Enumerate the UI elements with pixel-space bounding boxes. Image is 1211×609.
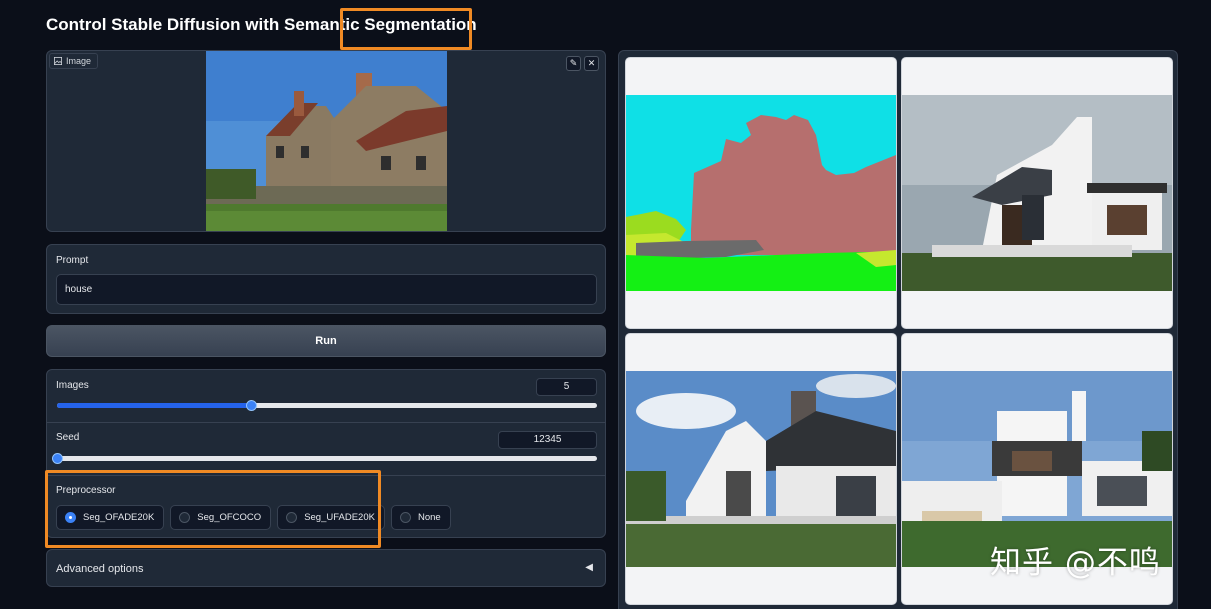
preprocessor-label: Preprocessor [56,485,116,496]
radio-label: Seg_OFCOCO [197,512,262,523]
radio-dot[interactable] [399,512,411,523]
gallery-item-output-1[interactable] [901,57,1173,329]
pencil-icon: ✎ [569,58,578,68]
edit-image-button[interactable]: ✎ [566,56,581,71]
radio-seg-ofcoco[interactable]: Seg_OFCOCO [170,505,272,530]
image-input-panel[interactable]: Image ✎ ✕ [46,50,606,232]
images-label: Images [56,380,89,391]
advanced-options-label: Advanced options [56,563,144,575]
prompt-label: Prompt [56,255,89,266]
radio-label: Seg_OFADE20K [83,512,155,523]
input-house-photo [206,51,447,231]
segmentation-map-image [626,95,896,291]
controls-panel: Images 5 Seed 12345 Preprocessor Seg_OFA… [46,369,606,538]
radio-label: Seg_UFADE20K [304,512,375,523]
radio-none[interactable]: None [390,505,451,530]
images-slider[interactable] [57,400,597,411]
divider [47,475,605,476]
images-slider-thumb[interactable] [246,400,258,411]
seed-label: Seed [56,432,80,443]
seed-number-input[interactable]: 12345 [498,431,597,449]
radio-dot[interactable] [179,512,191,523]
image-label-tag: Image [49,53,99,69]
run-button[interactable]: Run [46,325,606,357]
images-slider-fill [57,403,252,408]
gallery-item-segmentation-map[interactable] [625,57,897,329]
watermark: 知乎 @不鸣 [990,545,1161,581]
gallery-item-output-2[interactable] [625,333,897,605]
images-number-input[interactable]: 5 [536,378,597,396]
page-title: Control Stable Diffusion with Semantic S… [46,15,477,34]
output-image-1 [902,95,1172,291]
close-icon: ✕ [587,58,596,68]
prompt-input[interactable]: house [56,274,597,305]
radio-label: None [417,512,441,523]
triangle-left-icon: ◀ [585,562,593,573]
radio-dot[interactable] [286,512,298,523]
seed-slider[interactable] [52,453,597,464]
preprocessor-radio-group: Seg_OFADE20K Seg_OFCOCO Seg_UFADE20K Non… [56,505,451,530]
image-label: Image [66,56,92,66]
prompt-panel: Prompt house [46,244,606,314]
image-icon [54,57,62,65]
output-image-2 [626,371,896,567]
radio-seg-ufade20k[interactable]: Seg_UFADE20K [277,505,385,530]
output-gallery [618,50,1178,609]
clear-image-button[interactable]: ✕ [584,56,599,71]
radio-seg-ofade20k[interactable]: Seg_OFADE20K [56,505,165,530]
divider [47,422,605,423]
advanced-options-accordion[interactable]: Advanced options ◀ [46,549,606,587]
seed-slider-thumb[interactable] [52,453,63,464]
radio-dot-selected[interactable] [65,512,76,523]
